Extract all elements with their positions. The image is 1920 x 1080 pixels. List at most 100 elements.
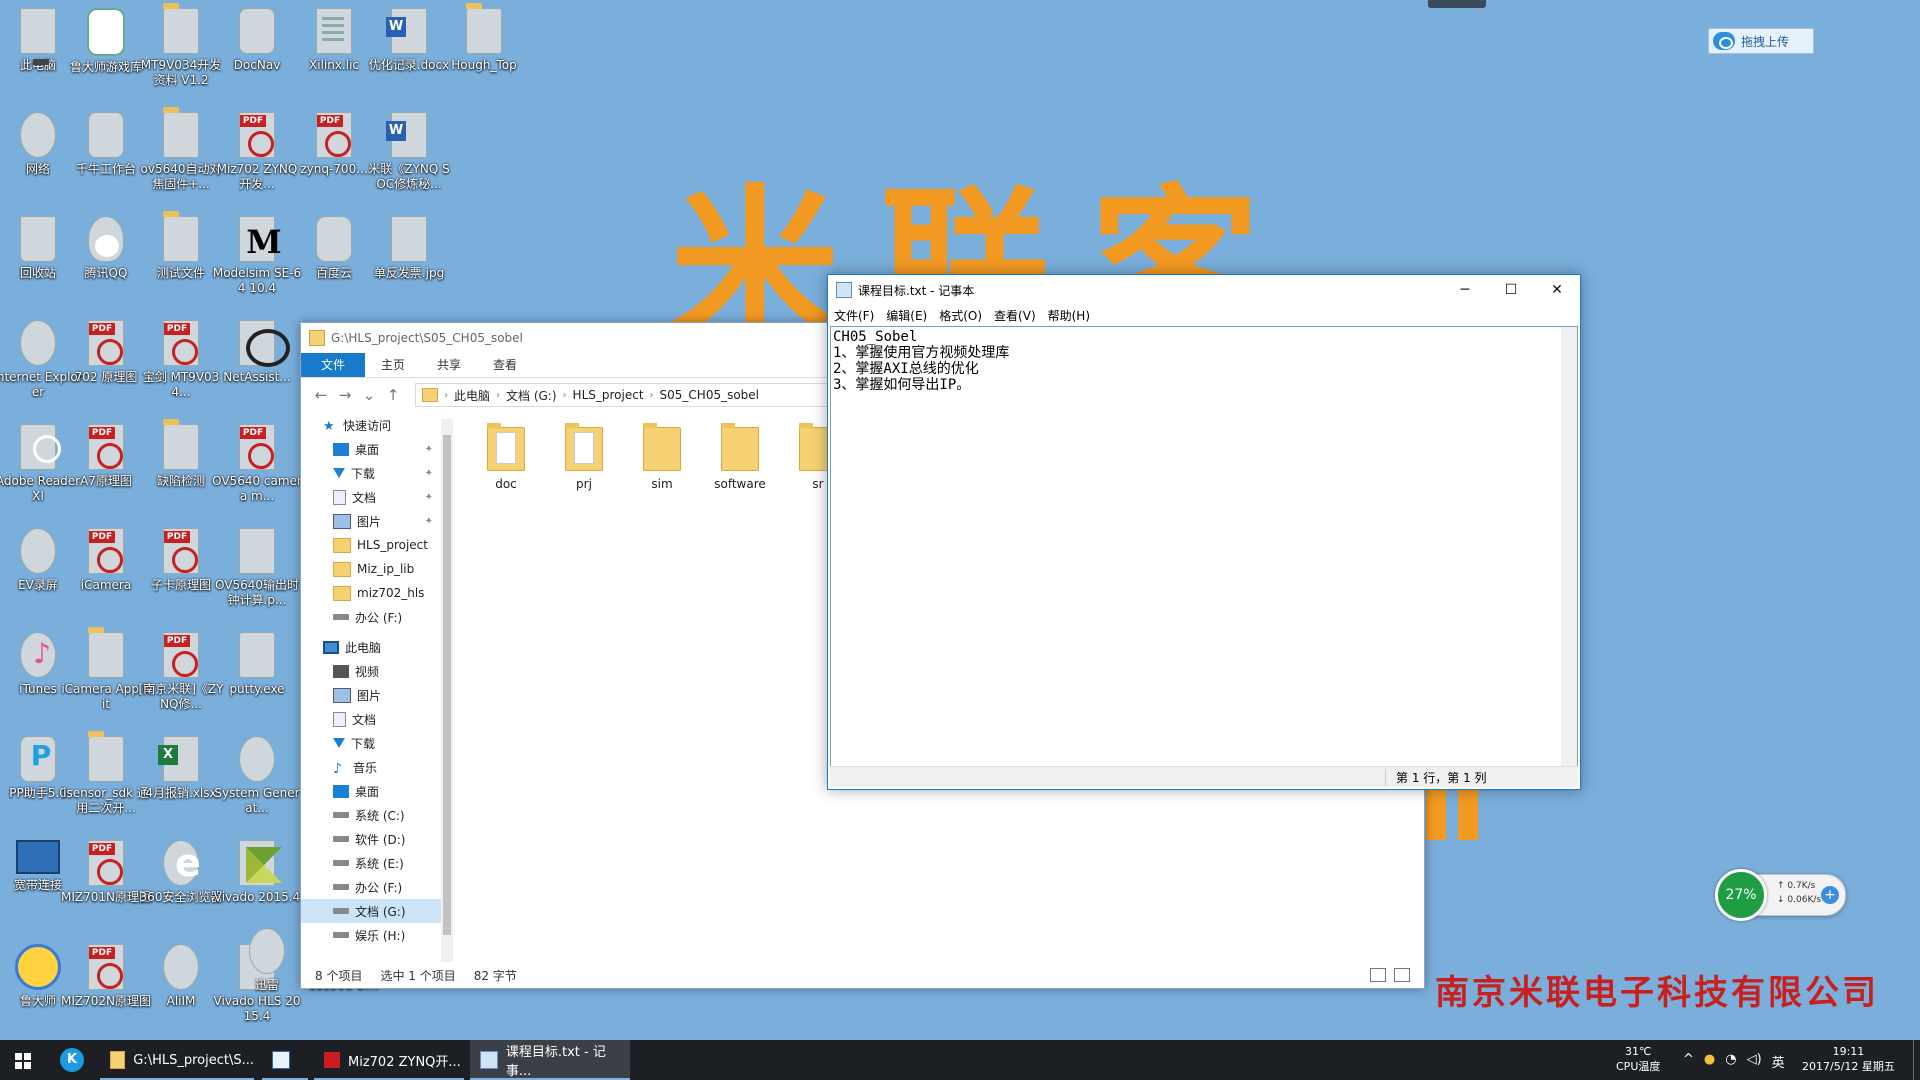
sidebar-item-label: 娱乐 (H:) (355, 928, 406, 943)
notepad-scrollbar[interactable] (1561, 327, 1577, 767)
forward-icon[interactable]: → (333, 386, 357, 404)
tray-app-icon[interactable]: ● (1704, 1052, 1715, 1071)
sidebar-item[interactable]: HLS_project (301, 533, 441, 557)
show-desktop-button[interactable] (1913, 1040, 1920, 1080)
folder-item[interactable]: software (705, 423, 775, 491)
taskbar-pdf[interactable]: Miz702 ZYNQ开... (314, 1040, 464, 1080)
memory-usage-badge[interactable]: 27% (1715, 869, 1767, 921)
start-button[interactable] (0, 1040, 46, 1080)
sidebar-item[interactable]: 桌面 ✦ (301, 437, 441, 461)
menu-view[interactable]: 查看(V) (994, 307, 1036, 324)
tab-share[interactable]: 共享 (421, 353, 477, 377)
menu-format[interactable]: 格式(O) (939, 307, 982, 324)
taskbar-notepad[interactable]: 课程目标.txt - 记事... (470, 1040, 630, 1080)
volume-icon[interactable]: ◁) (1747, 1052, 1762, 1071)
pic-icon (333, 513, 351, 529)
folder-icon (88, 731, 124, 782)
word-icon (386, 8, 427, 54)
notepad-text-area[interactable]: CH05_Sobel 1、掌握使用官方视频处理库 2、掌握AXI总线的优化 3、… (830, 326, 1578, 768)
navigation-scrollbar[interactable] (441, 419, 453, 962)
browser360-icon (163, 840, 212, 886)
desktop-icon[interactable]: putty.exe (212, 628, 302, 728)
notepad-icon (836, 282, 852, 298)
taskbar-app[interactable] (262, 1040, 308, 1080)
close-button[interactable]: ✕ (1534, 275, 1580, 305)
cpu-temperature[interactable]: 31℃ CPU温度 (1616, 1044, 1660, 1074)
sidebar-item[interactable]: 文档 (301, 707, 441, 731)
folder-item[interactable]: sim (627, 423, 697, 491)
tab-view[interactable]: 查看 (477, 353, 533, 377)
pdf-icon (324, 1052, 340, 1068)
sidebar-item-label: 图片 (357, 688, 382, 703)
menu-file[interactable]: 文件(F) (834, 307, 874, 324)
itunes-icon (20, 632, 63, 678)
sidebar-item-label: 视频 (355, 664, 380, 679)
pin-icon[interactable]: ✦ (425, 516, 433, 527)
desktop-icon[interactable]: OV5640输出时钟计算.p... (212, 524, 302, 624)
sidebar-item[interactable]: ★ 快速访问 (301, 413, 441, 437)
cursor-position: 第 1 行，第 1 列 (1385, 768, 1487, 786)
ime-indicator[interactable]: 英 (1772, 1052, 1785, 1071)
chevron-up-icon[interactable]: ^ (1683, 1052, 1694, 1071)
sidebar-item[interactable]: 视频 (301, 659, 441, 683)
breadcrumb-drive-g[interactable]: 文档 (G:) (500, 387, 563, 404)
sidebar-item[interactable]: 娱乐 (H:) (301, 923, 441, 947)
folder-item[interactable]: prj (549, 423, 619, 491)
breadcrumb-current-folder[interactable]: S05_CH05_sobel (654, 388, 766, 402)
network-icon[interactable]: ◔ (1725, 1052, 1736, 1071)
sidebar-item[interactable]: Miz_ip_lib (301, 557, 441, 581)
breadcrumb-hls-project[interactable]: HLS_project (567, 388, 650, 402)
notepad-statusbar: 第 1 行，第 1 列 (830, 766, 1578, 787)
pin-icon[interactable]: ✦ (425, 468, 433, 479)
sidebar-item-label: 文档 (352, 712, 377, 727)
large-icons-view-icon[interactable] (1394, 968, 1410, 982)
sidebar-item[interactable]: 办公 (F:) (301, 605, 441, 629)
taskbar-explorer[interactable]: G:\HLS_project\S... (100, 1040, 254, 1080)
tab-file[interactable]: 文件 (301, 353, 366, 377)
sidebar-item[interactable]: 文档 (G:) (301, 899, 441, 923)
desktop-icon[interactable]: OV5640 camera m... (212, 420, 302, 520)
sidebar-item[interactable]: 图片 (301, 683, 441, 707)
back-icon[interactable]: ← (309, 386, 333, 404)
sidebar-item[interactable]: 系统 (C:) (301, 803, 441, 827)
pin-icon[interactable]: ✦ (425, 492, 433, 503)
modelsim-icon (239, 216, 288, 262)
notepad-window[interactable]: 课程目标.txt - 记事本 ─ ☐ ✕ 文件(F) 编辑(E) 格式(O) 查… (827, 274, 1581, 790)
desktop-icon[interactable]: Vivado 2015.4 (212, 836, 302, 936)
up-icon[interactable]: ↑ (381, 386, 405, 404)
boost-icon[interactable]: + (1821, 886, 1839, 904)
sidebar-item[interactable]: 文档 ✦ (301, 485, 441, 509)
sidebar-item[interactable]: 系统 (E:) (301, 851, 441, 875)
sidebar-item[interactable]: 下载 (301, 731, 441, 755)
k-app-icon[interactable]: K (60, 1048, 84, 1072)
clock[interactable]: 19:11 2017/5/12 星期五 (1802, 1044, 1895, 1074)
sidebar-item[interactable]: 下载 ✦ (301, 461, 441, 485)
tab-home[interactable]: 主页 (365, 353, 421, 377)
sidebar-item[interactable]: 图片 ✦ (301, 509, 441, 533)
sidebar-item[interactable]: 办公 (F:) (301, 875, 441, 899)
desktop-icon[interactable]: NetAssist... (212, 316, 302, 416)
recent-dropdown-icon[interactable]: ⌄ (357, 386, 381, 404)
desktop-icon[interactable]: Hough_Top (439, 3, 529, 104)
desktop-icon[interactable]: 米联《ZYNQ SOC修炼秘... (364, 108, 454, 208)
menu-help[interactable]: 帮助(H) (1048, 307, 1090, 324)
sidebar-item[interactable]: ♪ 音乐 (301, 755, 441, 779)
minimize-button[interactable]: ─ (1442, 275, 1488, 305)
sidebar-item-label: Miz_ip_lib (357, 562, 415, 576)
folder-item[interactable]: doc (471, 423, 541, 491)
notepad-content[interactable]: CH05_Sobel 1、掌握使用官方视频处理库 2、掌握AXI总线的优化 3、… (831, 327, 1577, 395)
details-view-icon[interactable] (1370, 968, 1386, 982)
sidebar-item[interactable]: 此电脑 (301, 635, 441, 659)
breadcrumb-this-pc[interactable]: 此电脑 (448, 387, 496, 404)
network-speed-widget[interactable]: 27% ↑ 0.7K/s ↓ 0.06K/s + (1715, 869, 1846, 921)
menu-edit[interactable]: 编辑(E) (886, 307, 927, 324)
upload-button[interactable]: 拖拽上传 (1708, 28, 1814, 54)
notepad-titlebar[interactable]: 课程目标.txt - 记事本 ─ ☐ ✕ (828, 275, 1580, 305)
desktop-icon[interactable]: 单反发票.jpg (364, 212, 454, 312)
sidebar-item[interactable]: 桌面 (301, 779, 441, 803)
sidebar-item[interactable]: 软件 (D:) (301, 827, 441, 851)
sidebar-item[interactable]: miz702_hls (301, 581, 441, 605)
maximize-button[interactable]: ☐ (1488, 275, 1534, 305)
desktop-icon[interactable]: System Generat... (212, 732, 302, 832)
pin-icon[interactable]: ✦ (425, 444, 433, 455)
